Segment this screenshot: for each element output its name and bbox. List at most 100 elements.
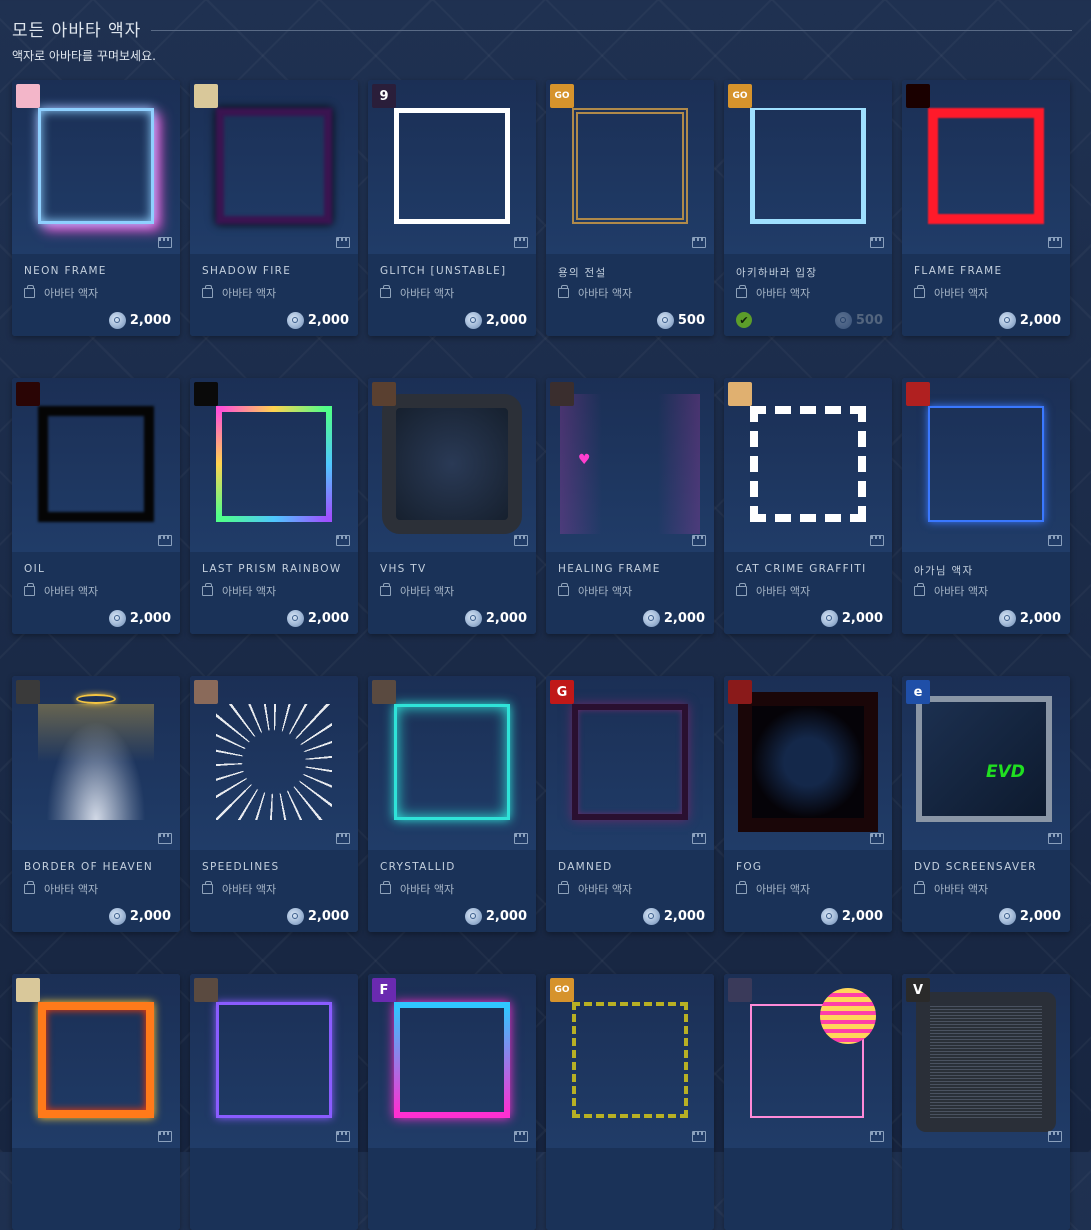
frame-artwork[interactable]: GO	[546, 80, 714, 254]
frame-artwork[interactable]	[902, 80, 1070, 254]
item-type: 아바타 액자	[44, 287, 99, 300]
price-button[interactable]: 2,000	[108, 610, 171, 627]
price-button[interactable]: 2,000	[108, 312, 171, 329]
frame-artwork[interactable]	[724, 676, 892, 850]
item-price: 2,000	[129, 611, 171, 626]
price-button[interactable]: 2,000	[820, 908, 883, 925]
frame-artwork[interactable]: F	[368, 974, 536, 1148]
item-type: 아바타 액자	[400, 287, 455, 300]
avatar-frame-card[interactable]: FOG 아바타 액자 2,000	[724, 676, 892, 932]
animated-preview-icon	[158, 237, 172, 248]
frame-artwork[interactable]: EVD e	[902, 676, 1070, 850]
avatar-frame-card[interactable]: SHADOW FIRE 아바타 액자 2,000	[190, 80, 358, 336]
triangle-game-icon	[372, 680, 396, 704]
item-price: 500	[855, 313, 883, 328]
avatar-frame-card[interactable]: CAT CRIME GRAFFITI 아바타 액자 2,000	[724, 378, 892, 634]
animated-preview-icon	[870, 237, 884, 248]
price-button[interactable]: 500	[656, 312, 705, 329]
bag-icon	[24, 881, 35, 894]
avatar-frame-card[interactable]: 아가님 액자 아바타 액자 2,000	[902, 378, 1070, 634]
frame-preview	[394, 108, 510, 224]
frame-artwork[interactable]	[190, 378, 358, 552]
avatar-frame-card[interactable]: GO 용의 전설 아바타 액자 500	[546, 80, 714, 336]
frame-artwork[interactable]	[190, 676, 358, 850]
frame-artwork[interactable]: GO	[724, 80, 892, 254]
price-button[interactable]: 2,000	[286, 312, 349, 329]
item-price: 2,000	[1019, 909, 1061, 924]
frame-artwork[interactable]	[12, 378, 180, 552]
price-button[interactable]: 500	[834, 312, 883, 329]
frame-artwork[interactable]	[724, 378, 892, 552]
price-button[interactable]: 2,000	[998, 610, 1061, 627]
frame-artwork[interactable]	[724, 974, 892, 1148]
avatar-frame-card[interactable]	[190, 974, 358, 1230]
item-name: 용의 전설	[558, 267, 607, 279]
bag-icon	[558, 583, 569, 596]
avatar-frame-card[interactable]: ♥ HEALING FRAME 아바타 액자 2,000	[546, 378, 714, 634]
price-button[interactable]: 2,000	[286, 610, 349, 627]
steam-points-icon	[998, 312, 1016, 329]
frame-artwork[interactable]: 9	[368, 80, 536, 254]
frame-preview	[738, 692, 878, 832]
avatar-frame-card[interactable]: OIL 아바타 액자 2,000	[12, 378, 180, 634]
frame-artwork[interactable]	[190, 80, 358, 254]
mask-game-icon	[194, 84, 218, 108]
frame-artwork[interactable]	[902, 378, 1070, 552]
frame-artwork[interactable]	[12, 80, 180, 254]
frame-artwork[interactable]	[12, 974, 180, 1148]
avatar-frame-card[interactable]: FLAME FRAME 아바타 액자 2,000	[902, 80, 1070, 336]
item-type: 아바타 액자	[578, 883, 633, 896]
price-button[interactable]: 2,000	[820, 610, 883, 627]
frame-preview	[572, 704, 688, 820]
price-button[interactable]: 2,000	[464, 908, 527, 925]
triangle-game-icon	[194, 978, 218, 1002]
avatar-frame-card[interactable]: CRYSTALLID 아바타 액자 2,000	[368, 676, 536, 932]
avatar-frame-card[interactable]: NEON FRAME 아바타 액자 2,000	[12, 80, 180, 336]
steam-points-icon	[108, 610, 126, 627]
price-button[interactable]: 2,000	[108, 908, 171, 925]
frame-preview	[750, 108, 866, 224]
card-info	[724, 1148, 892, 1230]
item-type-row: 아바타 액자	[202, 881, 276, 897]
avatar-frame-card[interactable]: GO 아키하바라 입장 아바타 액자 ✔ 500	[724, 80, 892, 336]
price-button[interactable]: 2,000	[464, 312, 527, 329]
avatar-frame-card[interactable]: 9 GLITCH [UNSTABLE] 아바타 액자 2,000	[368, 80, 536, 336]
frame-preview	[750, 406, 866, 522]
item-price: 2,000	[307, 909, 349, 924]
price-button[interactable]: 2,000	[998, 908, 1061, 925]
price-button[interactable]: 2,000	[642, 610, 705, 627]
avatar-frame-card[interactable]: GO	[546, 974, 714, 1230]
nine-game-icon: 9	[372, 84, 396, 108]
frame-artwork[interactable]	[368, 676, 536, 850]
avatar-frame-card[interactable]	[724, 974, 892, 1230]
frame-artwork[interactable]: GO	[546, 974, 714, 1148]
price-button[interactable]: 2,000	[464, 610, 527, 627]
animated-preview-icon	[514, 1131, 528, 1142]
price-button[interactable]: 2,000	[642, 908, 705, 925]
avatar-frame-card[interactable]: SPEEDLINES 아바타 액자 2,000	[190, 676, 358, 932]
frame-artwork[interactable]	[12, 676, 180, 850]
price-button[interactable]: 2,000	[998, 312, 1061, 329]
avatar-frame-card[interactable]: V	[902, 974, 1070, 1230]
avatar-frame-card[interactable]: VHS TV 아바타 액자 2,000	[368, 378, 536, 634]
bag-icon	[24, 285, 35, 298]
frame-artwork[interactable]: V	[902, 974, 1070, 1148]
frame-artwork[interactable]: G	[546, 676, 714, 850]
frame-preview	[38, 1002, 154, 1118]
dvd-logo: EVD	[986, 762, 1025, 782]
item-price: 2,000	[1019, 611, 1061, 626]
frame-artwork[interactable]	[190, 974, 358, 1148]
price-button[interactable]: 2,000	[286, 908, 349, 925]
bag-icon	[736, 285, 747, 298]
frame-artwork[interactable]: ♥	[546, 378, 714, 552]
avatar-frame-card[interactable]: F	[368, 974, 536, 1230]
dota-game-icon	[906, 382, 930, 406]
avatar-frame-card[interactable]: G DAMNED 아바타 액자 2,000	[546, 676, 714, 932]
avatar-frame-card[interactable]	[12, 974, 180, 1230]
avatar-frame-card[interactable]: LAST PRISM RAINBOW 아바타 액자 2,000	[190, 378, 358, 634]
avatar-frame-card[interactable]: EVD e DVD SCREENSAVER 아바타 액자 2,000	[902, 676, 1070, 932]
avatar-frame-card[interactable]: BORDER OF HEAVEN 아바타 액자 2,000	[12, 676, 180, 932]
frame-artwork[interactable]	[368, 378, 536, 552]
item-price: 2,000	[129, 313, 171, 328]
card-info	[902, 1148, 1070, 1230]
